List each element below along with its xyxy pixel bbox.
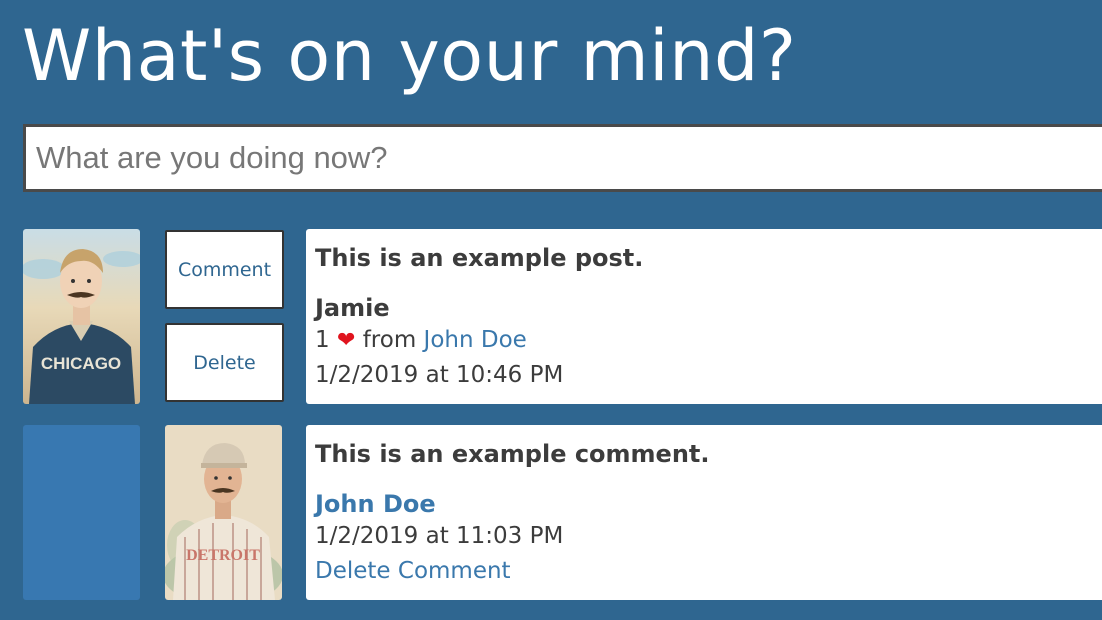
heart-icon[interactable]: ❤ [337,328,355,353]
delete-button[interactable]: Delete [165,323,284,402]
liked-by-link[interactable]: John Doe [424,327,527,353]
post-author-avatar: CHICAGO [23,229,140,404]
post-card: This is an example post. Jamie 1 ❤ from … [306,229,1102,404]
post-text: This is an example post. [315,244,644,272]
comment-author-link[interactable]: John Doe [315,490,436,518]
like-count: 1 [315,327,330,353]
comment-timestamp: 1/2/2019 at 11:03 PM [315,523,564,549]
post-author: Jamie [315,294,390,322]
delete-comment-link[interactable]: Delete Comment [315,558,511,584]
comment-card: This is an example comment. John Doe 1/2… [306,425,1102,600]
comment-button[interactable]: Comment [165,230,284,309]
post-likes: 1 ❤ from John Doe [315,323,1097,358]
chicago-player-card-icon: CHICAGO [23,229,140,404]
page-title: What's on your mind? [22,15,797,97]
status-input[interactable] [23,124,1102,192]
comment-indent-box [23,425,140,600]
jersey-text: CHICAGO [41,354,121,373]
comment-text: This is an example comment. [315,440,710,468]
detroit-player-card-icon: DETROIT [165,425,282,600]
likes-from-label: from [362,327,417,353]
comment-author-avatar: DETROIT [165,425,282,600]
jersey-text: DETROIT [186,547,260,564]
post-timestamp: 1/2/2019 at 10:46 PM [315,362,564,388]
